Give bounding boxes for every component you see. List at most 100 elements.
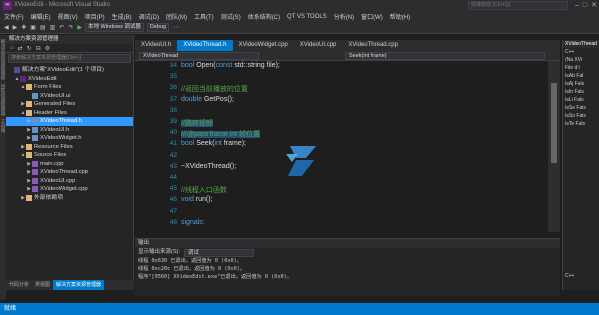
- editor-scrollbar[interactable]: [548, 61, 560, 232]
- tree-item[interactable]: ▶ XVideoWidget.cpp: [6, 185, 133, 194]
- new-project-icon[interactable]: ✚: [21, 24, 26, 31]
- solution-search-input[interactable]: 搜索解决方案资源管理器(Ctrl+;): [8, 54, 131, 63]
- start-debug-icon[interactable]: ▶: [77, 24, 82, 31]
- code-line[interactable]: bool Seek(int frame);: [181, 140, 246, 147]
- document-tabs: XVideoUI.h XVideoThread.h XVideoWidget.cpp…: [135, 40, 560, 51]
- document-tab[interactable]: XVideoThread.h: [177, 40, 233, 51]
- menu-file[interactable]: 文件(F): [4, 12, 24, 21]
- hfile-icon: [32, 126, 38, 133]
- tree-item[interactable]: ▲ Header Files: [6, 109, 133, 118]
- tree-item[interactable]: ▶ XVideoUI.cpp: [6, 177, 133, 186]
- tree-item[interactable]: ▶ XVideoThread.cpp: [6, 168, 133, 177]
- tree-item-label: XVideoUI.cpp: [40, 177, 76, 184]
- open-icon[interactable]: ▣: [30, 24, 36, 31]
- save-icon[interactable]: ▤: [40, 24, 46, 31]
- menu-window[interactable]: 窗口(W): [361, 12, 383, 21]
- property-row[interactable]: IsAj Fals: [563, 80, 599, 88]
- menu-view[interactable]: 视图(V): [58, 12, 78, 21]
- property-row[interactable]: IsAb Fal: [563, 72, 599, 80]
- menu-project[interactable]: 项目(P): [85, 12, 105, 21]
- code-token: ~XVideoThread();: [181, 162, 237, 170]
- toolbar-overflow-icon[interactable]: ⋯: [173, 24, 179, 31]
- folder-icon: [26, 194, 32, 201]
- document-tab[interactable]: XVideoUI.cpp: [294, 40, 343, 51]
- code-line[interactable]: bool Open(const std::string file);: [181, 62, 280, 69]
- menu-edit[interactable]: 编辑(E): [31, 12, 51, 21]
- tree-item[interactable]: XVideoUI.ui: [6, 92, 133, 101]
- tree-item[interactable]: ▶ 外部依赖项: [6, 194, 133, 203]
- sync-icon[interactable]: ⇄: [18, 45, 23, 52]
- property-row[interactable]: File d:\: [563, 64, 599, 72]
- document-tab[interactable]: XVideoWidget.cpp: [233, 40, 294, 51]
- tree-item[interactable]: ▶ XVideoWidget.h: [6, 134, 133, 143]
- properties-icon[interactable]: ⚙: [45, 45, 50, 52]
- code-token: run();: [195, 196, 213, 204]
- sln-icon: [14, 67, 20, 74]
- config-select[interactable]: Debug: [146, 23, 170, 32]
- tree-item[interactable]: ▶ main.cpp: [6, 160, 133, 169]
- tree-item[interactable]: ▶ Resource Files: [6, 143, 133, 152]
- properties-list: C++ (Na XVi File d:\ IsAb Fal IsAj Fals IsIn …: [563, 48, 599, 128]
- property-row[interactable]: IsLi Fals: [563, 96, 599, 104]
- menu-debug[interactable]: 调试(D): [139, 12, 159, 21]
- code-line[interactable]: signals:: [181, 219, 205, 226]
- tree-item[interactable]: ▲ Source Files: [6, 151, 133, 160]
- tree-item[interactable]: ▲ Form Files: [6, 83, 133, 92]
- close-button[interactable]: ✕: [589, 0, 599, 11]
- tree-item-label: main.cpp: [40, 160, 64, 167]
- scope-dropdown[interactable]: XVideoThread: [139, 52, 259, 60]
- tree-item[interactable]: ▲ XVideoEdit: [6, 75, 133, 84]
- code-editor[interactable]: 34 35 36 37 38 39 40 41 42 43 44 45 46 47 48 bool Open…: [135, 61, 560, 232]
- output-source-label: 显示输出来源(S):: [138, 249, 180, 255]
- undo-icon[interactable]: ↶: [59, 24, 64, 31]
- collapse-icon[interactable]: ⊟: [36, 45, 41, 52]
- menu-qt-vs-tools[interactable]: QT VS TOOLS: [287, 14, 327, 20]
- scrollbar-thumb[interactable]: [551, 83, 557, 163]
- output-line: 线程 0xc20c 已退出，返回值为 0 (0x0)。: [138, 266, 246, 272]
- document-tab[interactable]: XVideoUI.h: [135, 40, 177, 51]
- code-line[interactable]: //跳转视频: [181, 118, 213, 128]
- back-icon[interactable]: ◀: [4, 24, 9, 31]
- tree-item-label: XVideoUI.ui: [40, 92, 71, 99]
- menu-tools[interactable]: 工具(T): [194, 12, 214, 21]
- tab-code-analysis[interactable]: 代码分析: [6, 280, 32, 290]
- property-row[interactable]: IsSe Fals: [563, 104, 599, 112]
- property-row[interactable]: IsSo Fals: [563, 112, 599, 120]
- property-row[interactable]: C++: [563, 48, 599, 56]
- code-line[interactable]: ///@para frame int 帧位置: [181, 129, 261, 139]
- forward-icon[interactable]: ▶: [13, 24, 18, 31]
- code-line[interactable]: //线程入口函数: [181, 185, 227, 195]
- tree-item[interactable]: ▶ XVideoThread.h: [6, 117, 133, 126]
- output-source-select[interactable]: 调试: [183, 248, 254, 257]
- code-line[interactable]: double GetPos();: [181, 96, 234, 103]
- tree-item-label: Source Files: [34, 152, 67, 158]
- menu-team[interactable]: 团队(M): [166, 12, 187, 21]
- vs-logo-icon: ∞: [3, 1, 12, 10]
- tree-item[interactable]: ▶ Generated Files: [6, 100, 133, 109]
- property-row[interactable]: IsIn Fals: [563, 88, 599, 96]
- menu-analyze[interactable]: 分析(N): [334, 12, 354, 21]
- save-all-icon[interactable]: ▥: [50, 24, 56, 31]
- property-row[interactable]: IsTe Fals: [563, 120, 599, 128]
- tab-class-view[interactable]: 类视图: [32, 280, 53, 290]
- debugger-select[interactable]: 本地 Windows 调试器: [84, 23, 144, 32]
- redo-icon[interactable]: ↷: [68, 24, 73, 31]
- tree-item[interactable]: ▶ XVideoUI.h: [6, 126, 133, 135]
- property-row[interactable]: (Na XVi: [563, 56, 599, 64]
- code-line[interactable]: ~XVideoThread();: [181, 163, 236, 170]
- tab-solution-explorer[interactable]: 解决方案资源管理器: [53, 280, 105, 290]
- code-token: std::string file);: [234, 62, 280, 69]
- code-line[interactable]: //返回当前播放的位置: [181, 84, 248, 94]
- code-line[interactable]: void run();: [181, 196, 213, 203]
- member-dropdown[interactable]: Seek(int frame): [345, 52, 545, 60]
- menu-build[interactable]: 生成(B): [112, 12, 132, 21]
- quick-launch-input[interactable]: 快速启动 (Ctrl+Q): [468, 1, 568, 10]
- tree-item[interactable]: 解决方案"XVideoEdit"(1 个项目): [6, 66, 133, 75]
- menu-architecture[interactable]: 体系结构(C): [248, 12, 280, 21]
- tree-item-label: Header Files: [34, 109, 67, 116]
- refresh-icon[interactable]: ↻: [27, 45, 32, 52]
- menu-test[interactable]: 测试(S): [221, 12, 241, 21]
- document-tab[interactable]: XVideoThread.cpp: [342, 40, 404, 51]
- home-icon[interactable]: ⌂: [10, 45, 14, 51]
- menu-help[interactable]: 帮助(H): [390, 12, 410, 21]
